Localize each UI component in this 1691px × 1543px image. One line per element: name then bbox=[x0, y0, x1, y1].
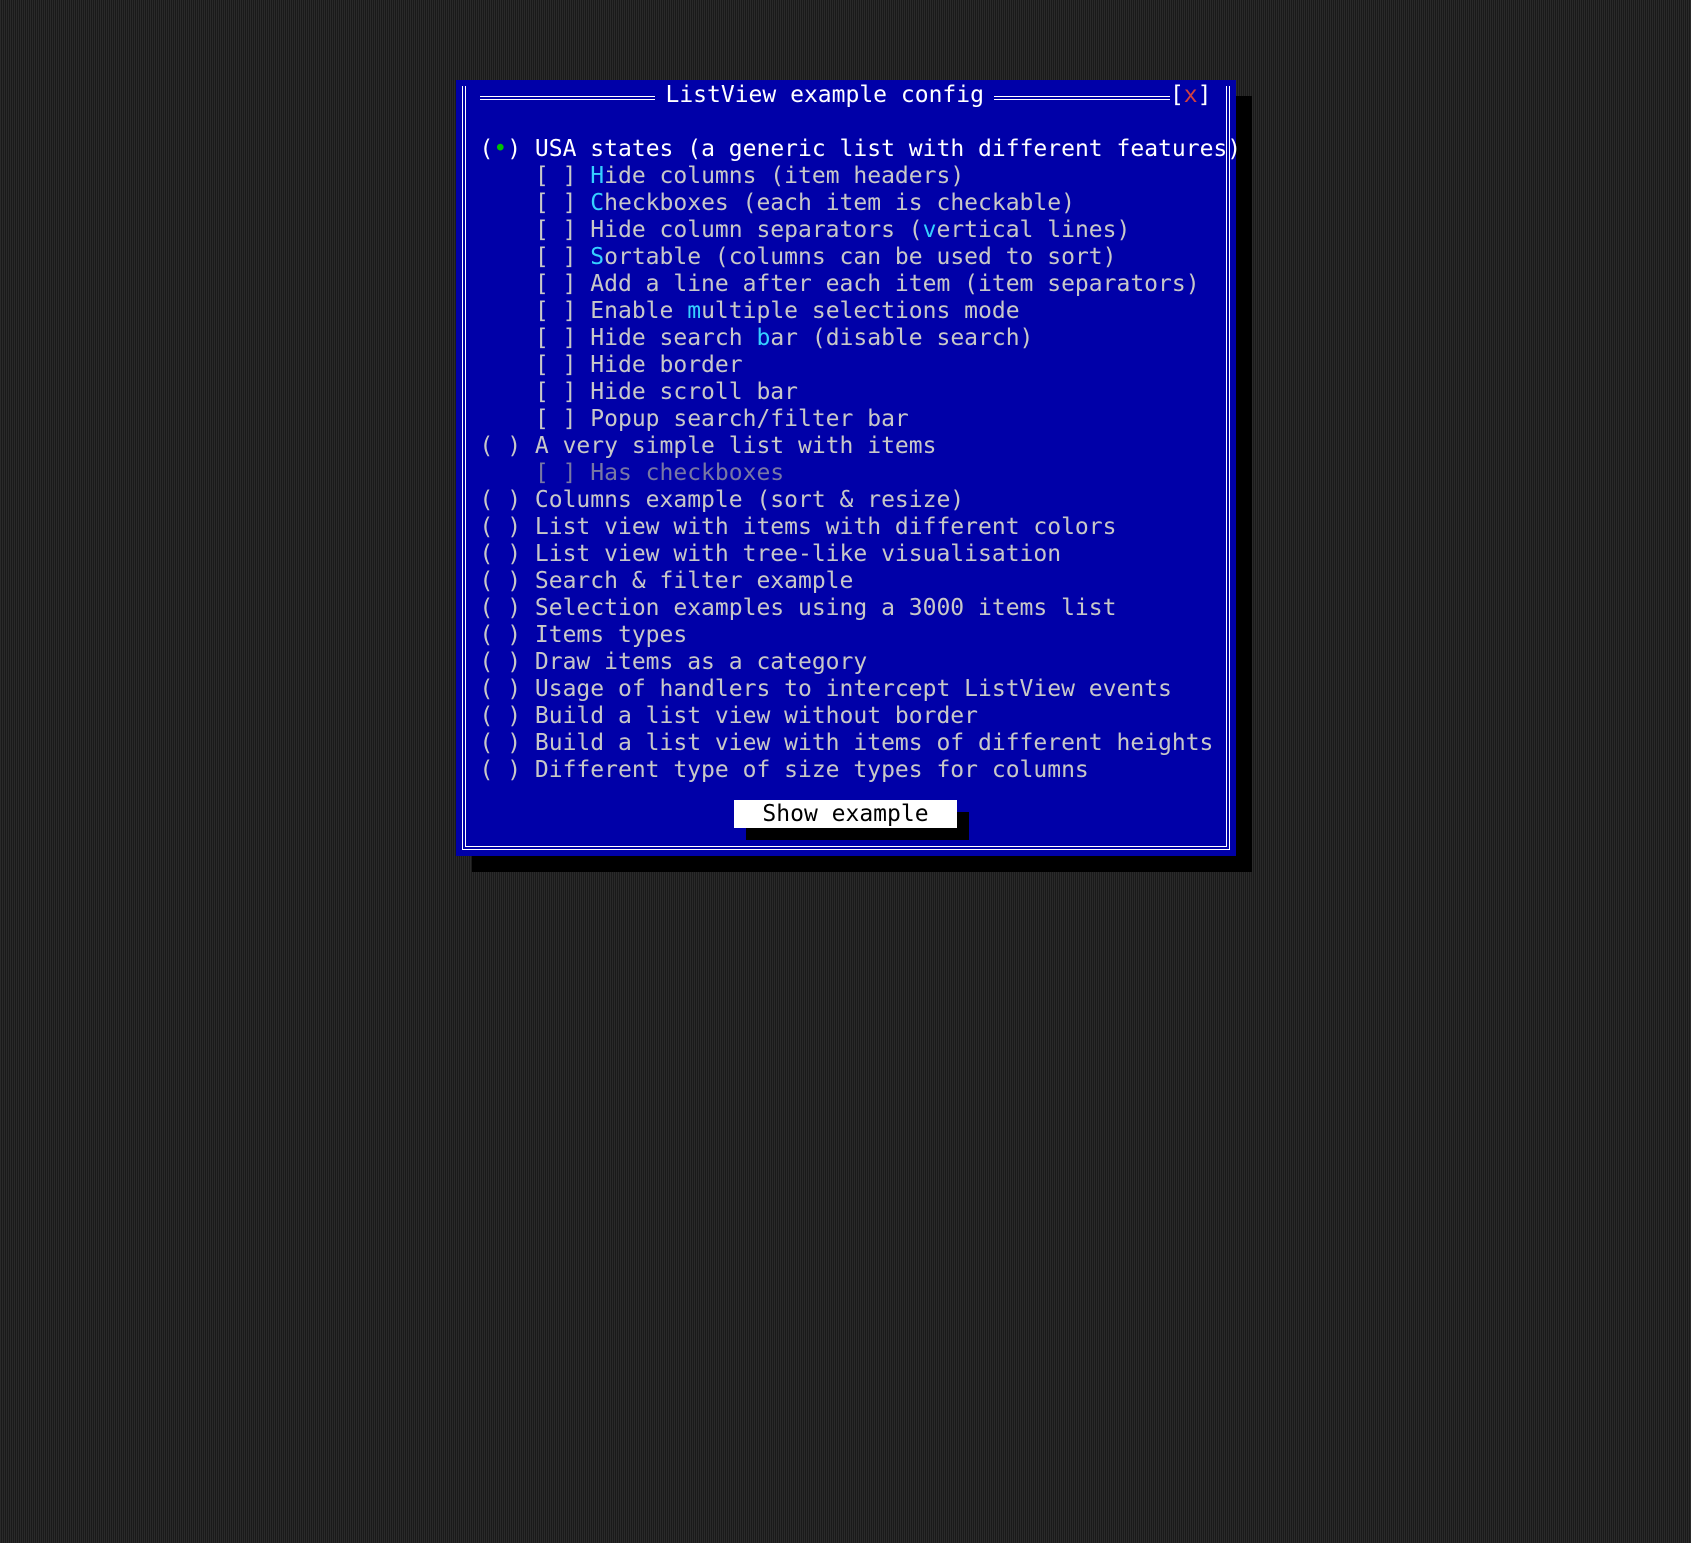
radio-option[interactable]: (•) USA states (a generic list with diff… bbox=[480, 136, 1212, 163]
checkbox-option[interactable]: [ ] Hide column separators (vertical lin… bbox=[480, 217, 1212, 244]
radio-option[interactable]: ( ) Different type of size types for col… bbox=[480, 757, 1212, 784]
hotkey-char: v bbox=[923, 217, 937, 243]
radio-option[interactable]: ( ) Search & filter example bbox=[480, 568, 1212, 595]
close-icon: x bbox=[1184, 82, 1198, 108]
checkbox-option[interactable]: [ ] Hide border bbox=[480, 352, 1212, 379]
radio-option[interactable]: ( ) List view with tree-like visualisati… bbox=[480, 541, 1212, 568]
checkbox-option[interactable]: [ ] Add a line after each item (item sep… bbox=[480, 271, 1212, 298]
option-list: (•) USA states (a generic list with diff… bbox=[480, 136, 1212, 784]
hotkey-char: S bbox=[590, 244, 604, 270]
radio-option[interactable]: ( ) Usage of handlers to intercept ListV… bbox=[480, 676, 1212, 703]
radio-option[interactable]: ( ) A very simple list with items bbox=[480, 433, 1212, 460]
radio-option[interactable]: ( ) Items types bbox=[480, 622, 1212, 649]
checkbox-option[interactable]: [ ] Sortable (columns can be used to sor… bbox=[480, 244, 1212, 271]
checkbox-option[interactable]: [ ] Hide search bar (disable search) bbox=[480, 325, 1212, 352]
checkbox-option[interactable]: [ ] Popup search/filter bar bbox=[480, 406, 1212, 433]
checkbox-option: [ ] Has checkboxes bbox=[480, 460, 1212, 487]
checkbox-option[interactable]: [ ] Hide scroll bar bbox=[480, 379, 1212, 406]
checkbox-option[interactable]: [ ] Enable multiple selections mode bbox=[480, 298, 1212, 325]
radio-option[interactable]: ( ) Draw items as a category bbox=[480, 649, 1212, 676]
hotkey-char: H bbox=[590, 163, 604, 189]
hotkey-char: b bbox=[756, 325, 770, 351]
radio-option[interactable]: ( ) Selection examples using a 3000 item… bbox=[480, 595, 1212, 622]
hotkey-char: m bbox=[687, 298, 701, 324]
show-example-button[interactable]: Show example bbox=[734, 800, 956, 828]
hotkey-char: C bbox=[590, 190, 604, 216]
dialog-title: ListView example config bbox=[655, 82, 994, 109]
close-button[interactable]: [x] bbox=[1170, 82, 1212, 109]
checkbox-option[interactable]: [ ] Hide columns (item headers) bbox=[480, 163, 1212, 190]
radio-option[interactable]: ( ) List view with items with different … bbox=[480, 514, 1212, 541]
titlebar: ListView example config [x] bbox=[480, 96, 1212, 110]
button-label: Show example bbox=[762, 801, 928, 827]
radio-option[interactable]: ( ) Columns example (sort & resize) bbox=[480, 487, 1212, 514]
radio-option[interactable]: ( ) Build a list view with items of diff… bbox=[480, 730, 1212, 757]
checkbox-option[interactable]: [ ] Checkboxes (each item is checkable) bbox=[480, 190, 1212, 217]
dialog: ListView example config [x] (•) USA stat… bbox=[456, 80, 1236, 856]
radio-option[interactable]: ( ) Build a list view without border bbox=[480, 703, 1212, 730]
